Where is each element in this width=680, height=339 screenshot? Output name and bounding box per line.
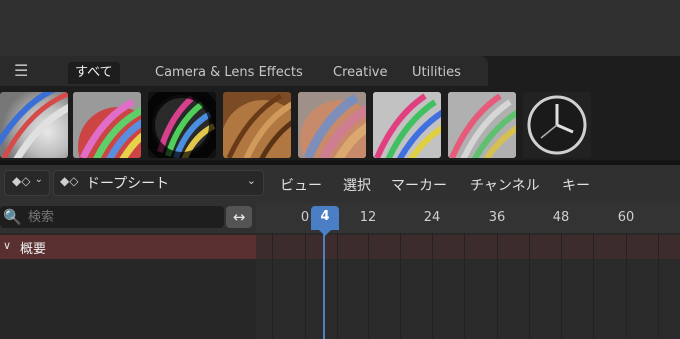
dopesheet-header: ◆◇ ⌄ ◆◇ ドープシート ⌄ ビュー 選択 マーカー チャンネル キー xyxy=(0,165,680,203)
thumbnail-striped-ball-sharp[interactable] xyxy=(373,92,441,158)
menu-view[interactable]: ビュー xyxy=(280,175,322,195)
thumbnail-clock[interactable] xyxy=(523,92,591,158)
frame-tick-label: 48 xyxy=(552,210,570,225)
thumbnail-striped-ball-vignette[interactable] xyxy=(148,92,216,158)
frame-tick-label: 60 xyxy=(617,210,635,225)
striped-ball-icon xyxy=(373,92,441,158)
thumbnail-striped-ball-sepia[interactable] xyxy=(223,92,291,158)
chevron-down-icon: ⌄ xyxy=(246,174,256,187)
tab-camera-lens-effects[interactable]: Camera & Lens Effects xyxy=(155,62,303,84)
swap-arrows-icon[interactable]: ↔ xyxy=(226,206,252,228)
search-row: 🔍 ↔ xyxy=(0,203,256,233)
frame-tick-label: 0 xyxy=(300,210,310,225)
grid-line xyxy=(497,233,498,339)
tab-creative[interactable]: Creative xyxy=(333,62,388,84)
thumbnail-striped-ball-soft[interactable] xyxy=(448,92,516,158)
mode-dropdown[interactable]: ◆◇ ⌄ xyxy=(4,170,50,196)
summary-channel-row[interactable]: ∨ 概要 xyxy=(0,235,256,259)
asset-tab-bar: ☰ すべて Camera & Lens Effects Creative Uti… xyxy=(0,56,488,86)
menu-channel[interactable]: チャンネル xyxy=(470,175,540,195)
editor-type-label: ドープシート xyxy=(86,176,170,192)
summary-channel-band xyxy=(256,235,680,259)
hamburger-menu-icon[interactable]: ☰ xyxy=(14,63,34,79)
grid-line xyxy=(626,233,627,339)
frame-tick-label: 36 xyxy=(488,210,506,225)
dopesheet-timeline[interactable]: 0 12 24 36 48 60 4 xyxy=(256,203,680,339)
striped-ball-icon xyxy=(448,92,516,158)
frame-tick-label: 24 xyxy=(423,210,441,225)
thumbnail-striped-ball-white[interactable] xyxy=(0,92,68,158)
thumbnail-striped-ball-blur[interactable] xyxy=(298,92,366,158)
search-input[interactable] xyxy=(28,208,218,226)
striped-ball-icon xyxy=(298,92,366,158)
clock-icon xyxy=(527,95,587,155)
grid-line xyxy=(658,233,659,339)
striped-ball-icon xyxy=(73,92,141,158)
grid-line xyxy=(400,233,401,339)
grid-line xyxy=(593,233,594,339)
frame-tick-label: 12 xyxy=(359,210,377,225)
keyframe-mode-icon: ◆◇ xyxy=(60,174,79,188)
grid-line xyxy=(337,233,338,339)
chevron-down-icon: ⌄ xyxy=(34,174,43,185)
grid-line xyxy=(432,233,433,339)
playhead-line xyxy=(323,225,325,339)
striped-ball-icon xyxy=(0,92,68,158)
grid-line xyxy=(272,233,273,339)
thumbnail-striped-ball-noise[interactable] xyxy=(73,92,141,158)
grid-line xyxy=(305,233,306,339)
grid-line xyxy=(529,233,530,339)
tab-utilities[interactable]: Utilities xyxy=(412,62,461,84)
channel-search-field[interactable]: 🔍 xyxy=(0,206,224,228)
menu-select[interactable]: 選択 xyxy=(343,175,371,195)
grid-line xyxy=(561,233,562,339)
summary-label: 概要 xyxy=(20,242,47,257)
editor-type-dropdown[interactable]: ◆◇ ドープシート ⌄ xyxy=(53,170,264,196)
window-top-area xyxy=(0,0,680,55)
asset-thumbnail-grid xyxy=(0,92,680,158)
asset-browser-panel: ☰ すべて Camera & Lens Effects Creative Uti… xyxy=(0,56,680,160)
menu-key[interactable]: キー xyxy=(562,175,590,195)
menu-marker[interactable]: マーカー xyxy=(391,175,447,195)
search-icon: 🔍 xyxy=(3,208,22,226)
striped-ball-icon xyxy=(223,92,291,158)
playhead-frame-indicator[interactable]: 4 xyxy=(311,206,339,236)
channel-region: 🔍 ↔ ∨ 概要 xyxy=(0,203,256,339)
striped-ball-icon xyxy=(148,92,216,158)
disclosure-arrow-icon[interactable]: ∨ xyxy=(3,239,11,252)
grid-line xyxy=(464,233,465,339)
keyframe-mode-icon: ◆◇ xyxy=(12,174,31,188)
grid-line xyxy=(368,233,369,339)
tab-all[interactable]: すべて xyxy=(68,62,120,84)
